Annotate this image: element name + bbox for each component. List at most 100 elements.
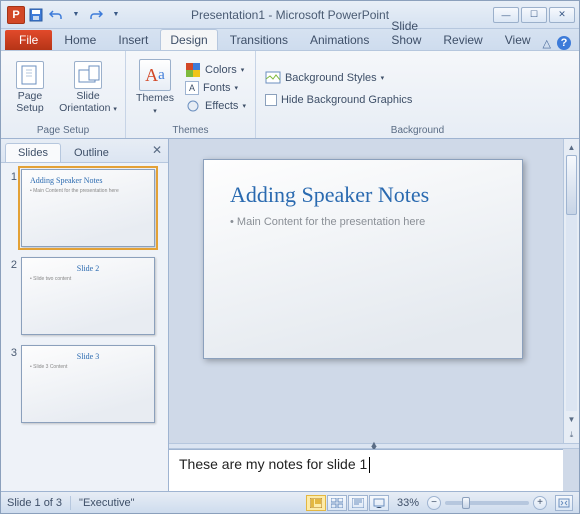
orientation-icon (74, 61, 102, 89)
colors-icon (185, 62, 201, 78)
tab-home[interactable]: Home (54, 29, 106, 50)
scroll-thumb[interactable] (566, 155, 577, 215)
thumbnail-2[interactable]: Slide 2 • Slide two content (21, 257, 155, 335)
group-background: Background Styles ▾ Hide Background Grap… (256, 51, 579, 138)
page-setup-label: Page Setup (16, 91, 43, 114)
group-page-setup-label: Page Setup (1, 125, 125, 138)
thumb-number: 1 (5, 169, 17, 247)
vertical-scrollbar[interactable]: ▲ ▼ ⤓ (563, 139, 579, 443)
next-slide-icon[interactable]: ⤓ (564, 427, 579, 443)
thumbnails[interactable]: 1 Adding Speaker Notes • Main Content fo… (1, 163, 168, 491)
group-themes: Aa Themes▾ Colors ▾ A Fonts ▾ (126, 51, 256, 138)
undo-dropdown[interactable]: ▼ (67, 6, 85, 24)
slide-counter[interactable]: Slide 1 of 3 (7, 497, 62, 509)
page-setup-icon (16, 61, 44, 89)
zoom-in-button[interactable]: + (533, 496, 547, 510)
window-controls: — ☐ ✕ (493, 7, 579, 23)
thumb-content: • Slide 3 Content (30, 364, 146, 370)
scroll-down-icon[interactable]: ▼ (564, 411, 579, 427)
tab-review[interactable]: Review (433, 29, 492, 50)
thumbnail-row[interactable]: 3 Slide 3 • Slide 3 Content (5, 345, 164, 423)
status-bar: Slide 1 of 3 "Executive" 33% − + (1, 491, 579, 513)
close-panel-icon[interactable]: ✕ (152, 143, 162, 157)
tab-slideshow[interactable]: Slide Show (381, 15, 431, 50)
qat-customize[interactable]: ▼ (107, 6, 125, 24)
checkbox-icon (265, 94, 277, 106)
zoom-control: − + (427, 496, 547, 510)
colors-button[interactable]: Colors ▾ (182, 61, 249, 79)
scroll-up-icon[interactable]: ▲ (564, 139, 579, 155)
themes-button[interactable]: Aa Themes▾ (132, 57, 178, 118)
thumb-content: • Main Content for the presentation here (30, 188, 146, 194)
notes-text[interactable]: These are my notes for slide 1 (179, 456, 367, 472)
slideshow-view-button[interactable] (369, 495, 389, 511)
fonts-icon: A (185, 81, 199, 95)
zoom-slider-handle[interactable] (462, 497, 470, 509)
tab-design[interactable]: Design (160, 29, 217, 50)
background-styles-button[interactable]: Background Styles ▾ (262, 69, 415, 87)
themes-icon: Aa (139, 59, 171, 91)
effects-icon (185, 98, 201, 114)
slide-orientation-button[interactable]: Slide Orientation ▾ (57, 59, 119, 116)
help-icon[interactable]: ? (557, 36, 571, 50)
slides-panel: Slides Outline ✕ 1 Adding Speaker Notes … (1, 139, 169, 491)
text-cursor (369, 457, 370, 473)
close-button[interactable]: ✕ (549, 7, 575, 23)
tab-transitions[interactable]: Transitions (220, 29, 298, 50)
zoom-slider[interactable] (445, 501, 529, 505)
page-setup-button[interactable]: Page Setup (7, 59, 53, 116)
zoom-out-button[interactable]: − (427, 496, 441, 510)
normal-view-button[interactable] (306, 495, 326, 511)
orientation-label: Slide Orientation ▾ (59, 91, 117, 114)
thumbnail-3[interactable]: Slide 3 • Slide 3 Content (21, 345, 155, 423)
title-bar: P ▼ ▼ Presentation1 - Microsoft PowerPoi… (1, 1, 579, 29)
minimize-button[interactable]: — (493, 7, 519, 23)
ribbon-tabs: File Home Insert Design Transitions Anim… (1, 29, 579, 51)
side-tabs: Slides Outline ✕ (1, 139, 168, 163)
editor-area: Adding Speaker Notes Main Content for th… (169, 139, 579, 491)
effects-button[interactable]: Effects ▾ (182, 97, 249, 115)
ribbon: Page Setup Slide Orientation ▾ Page Setu… (1, 51, 579, 139)
group-background-label: Background (256, 125, 579, 138)
fonts-button[interactable]: A Fonts ▾ (182, 80, 249, 96)
undo-button[interactable] (47, 6, 65, 24)
sorter-view-button[interactable] (327, 495, 347, 511)
thumb-title: Slide 2 (30, 264, 146, 273)
tab-outline[interactable]: Outline (61, 143, 122, 162)
thumbnail-row[interactable]: 2 Slide 2 • Slide two content (5, 257, 164, 335)
save-button[interactable] (27, 6, 45, 24)
redo-button[interactable] (87, 6, 105, 24)
slide-content[interactable]: Main Content for the presentation here (230, 216, 496, 228)
hide-background-graphics[interactable]: Hide Background Graphics (262, 93, 415, 107)
thumb-number: 3 (5, 345, 17, 423)
slide-canvas-area[interactable]: Adding Speaker Notes Main Content for th… (169, 139, 579, 443)
tab-animations[interactable]: Animations (300, 29, 379, 50)
notes-pane[interactable]: These are my notes for slide 1 (169, 449, 563, 491)
thumbnail-1[interactable]: Adding Speaker Notes • Main Content for … (21, 169, 155, 247)
file-tab[interactable]: File (5, 30, 52, 50)
slide-title[interactable]: Adding Speaker Notes (230, 182, 496, 208)
theme-name[interactable]: "Executive" (79, 497, 135, 509)
thumbnail-row[interactable]: 1 Adding Speaker Notes • Main Content fo… (5, 169, 164, 247)
group-page-setup: Page Setup Slide Orientation ▾ Page Setu… (1, 51, 126, 138)
slide-canvas[interactable]: Adding Speaker Notes Main Content for th… (203, 159, 523, 359)
tab-slides[interactable]: Slides (5, 143, 61, 162)
group-themes-label: Themes (126, 125, 255, 138)
tab-insert[interactable]: Insert (108, 29, 158, 50)
minimize-ribbon-icon[interactable]: △ (543, 37, 551, 50)
thumb-content: • Slide two content (30, 276, 146, 282)
reading-view-button[interactable] (348, 495, 368, 511)
maximize-button[interactable]: ☐ (521, 7, 547, 23)
background-styles-icon (265, 70, 281, 86)
zoom-percent[interactable]: 33% (397, 497, 419, 509)
thumb-title: Slide 3 (30, 352, 146, 361)
main-area: Slides Outline ✕ 1 Adding Speaker Notes … (1, 139, 579, 491)
quick-access-toolbar: P ▼ ▼ (1, 6, 125, 24)
thumb-number: 2 (5, 257, 17, 335)
app-icon[interactable]: P (7, 6, 25, 24)
fit-to-window-button[interactable] (555, 495, 573, 511)
thumb-title: Adding Speaker Notes (30, 176, 146, 185)
view-buttons (306, 495, 389, 511)
tab-view[interactable]: View (495, 29, 541, 50)
themes-label: Themes▾ (136, 93, 174, 116)
